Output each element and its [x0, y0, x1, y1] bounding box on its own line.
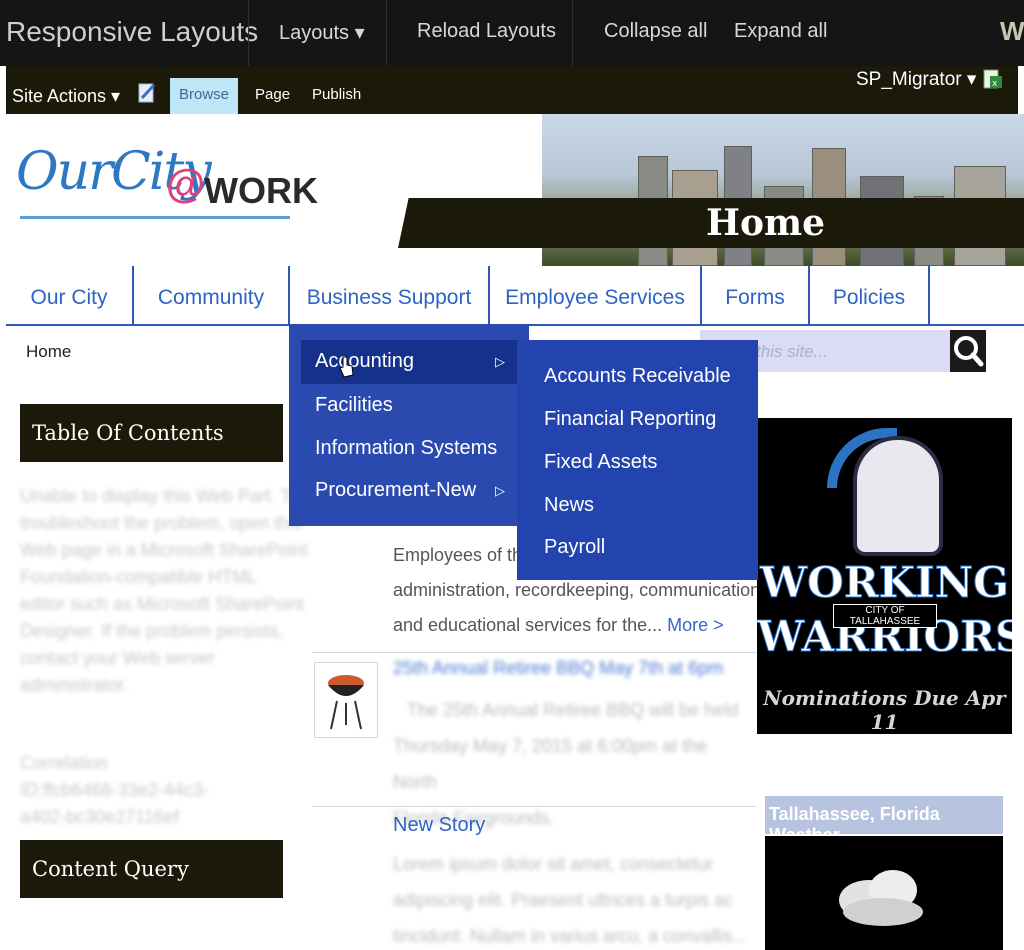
main-navigation: Our City Community Business Support Empl…	[6, 266, 1024, 326]
grill-icon	[328, 675, 364, 730]
menu-item-accounting[interactable]: Accounting	[315, 350, 414, 373]
responsive-layouts-bar: Responsive Layouts Layouts ▾ Reload Layo…	[0, 0, 1024, 66]
tab-browse[interactable]: Browse	[170, 78, 238, 114]
submenu-item-financial-reporting[interactable]: Financial Reporting	[544, 408, 716, 431]
submenu-item-news[interactable]: News	[544, 494, 594, 517]
responsive-layouts-title: Responsive Layouts	[6, 16, 259, 47]
hand-cursor-icon	[339, 356, 354, 378]
breadcrumb[interactable]: Home	[26, 342, 71, 362]
edit-page-icon[interactable]	[138, 82, 156, 104]
menu-item-information-systems[interactable]: Information Systems	[315, 437, 497, 460]
table-of-contents-title: Table Of Contents	[20, 404, 283, 462]
weather-title: Tallahassee, Florida Weather	[765, 796, 1003, 845]
business-support-dropdown: Accounting ▷ Facilities Information Syst…	[289, 324, 529, 526]
submenu-arrow-icon: ▷	[495, 354, 505, 369]
tab-page[interactable]: Page	[255, 78, 290, 114]
search-button[interactable]	[950, 330, 986, 372]
cloud-icon	[839, 870, 923, 926]
site-header: OurCity @ WORK Home	[6, 114, 1024, 266]
nav-employee-services[interactable]: Employee Services	[490, 266, 702, 324]
ourcity-logo-at: @	[166, 162, 206, 206]
news-item-title[interactable]: 25th Annual Retiree BBQ May 7th at 6pm	[393, 658, 723, 679]
site-actions-menu[interactable]: Site Actions ▾	[12, 86, 120, 107]
new-story-summary: Lorem ipsum dolor sit amet, consectetur …	[393, 854, 748, 946]
weather-widget	[765, 836, 1003, 950]
knight-helmet-icon	[853, 436, 943, 556]
nav-community[interactable]: Community	[134, 266, 290, 324]
nav-policies[interactable]: Policies	[810, 266, 930, 324]
expand-all-button[interactable]: Expand all	[734, 20, 827, 43]
divider	[248, 0, 249, 66]
search-icon	[954, 336, 984, 367]
page-title: Home	[706, 202, 826, 244]
tab-publish[interactable]: Publish	[312, 78, 361, 114]
bbq-thumbnail[interactable]	[314, 662, 378, 738]
logo-underline	[20, 216, 290, 219]
divider	[312, 806, 756, 807]
user-menu[interactable]: SP_Migrator ▾	[856, 68, 976, 91]
working-warriors-banner[interactable]: WORKING WARRIORS CITY OF TALLAHASSEE Nom…	[757, 418, 1012, 734]
excel-icon[interactable]: x	[982, 68, 1004, 92]
accounting-submenu: Accounts Receivable Financial Reporting …	[517, 340, 758, 580]
ourcity-logo-work: WORK	[204, 170, 318, 211]
divider	[572, 0, 573, 66]
correlation-id-text: Correlation ID:ffcb6466-33e2-44c3- a402-…	[20, 753, 209, 827]
menu-item-facilities[interactable]: Facilities	[315, 394, 393, 417]
collapse-all-button[interactable]: Collapse all	[604, 20, 707, 43]
nav-our-city[interactable]: Our City	[6, 266, 134, 324]
content-query-title: Content Query	[20, 840, 283, 898]
ribbon-bar: Site Actions ▾ Browse Page Publish SP_Mi…	[6, 66, 1018, 114]
submenu-item-fixed-assets[interactable]: Fixed Assets	[544, 451, 657, 474]
divider	[386, 0, 387, 66]
submenu-item-accounts-receivable[interactable]: Accounts Receivable	[544, 365, 731, 388]
brand-logo: W	[1000, 16, 1024, 46]
more-link[interactable]: More >	[667, 615, 724, 635]
new-story-link[interactable]: New Story	[393, 814, 485, 837]
submenu-item-payroll[interactable]: Payroll	[544, 536, 605, 559]
svg-text:x: x	[992, 79, 998, 89]
nav-business-support[interactable]: Business Support	[290, 266, 490, 324]
menu-item-procurement-new[interactable]: Procurement-New	[315, 479, 476, 502]
layouts-menu-button[interactable]: Layouts ▾	[279, 20, 365, 45]
nav-forms[interactable]: Forms	[702, 266, 810, 324]
divider	[312, 652, 756, 653]
webpart-error-text: Unable to display this Web Part. To trou…	[20, 486, 308, 695]
reload-layouts-button[interactable]: Reload Layouts	[417, 20, 556, 43]
submenu-arrow-icon: ▷	[495, 483, 505, 498]
